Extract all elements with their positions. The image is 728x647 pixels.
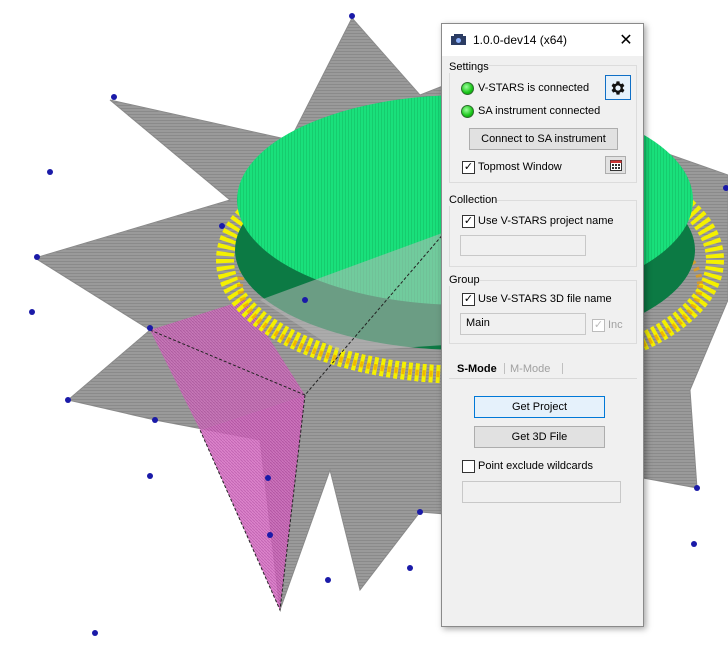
- collection-group-label: Collection: [449, 194, 498, 206]
- use-3d-file-name-label: Use V-STARS 3D file name: [478, 293, 612, 305]
- point-exclude-label: Point exclude wildcards: [478, 460, 593, 472]
- wildcards-field[interactable]: [462, 481, 621, 503]
- vstars-status-led: [461, 82, 474, 95]
- tab-separator: [562, 363, 563, 374]
- sa-status-led: [461, 105, 474, 118]
- sa-status-text: SA instrument connected: [478, 105, 601, 117]
- vstars-status-text: V-STARS is connected: [478, 82, 590, 94]
- checkmark-icon: ✓: [593, 319, 604, 331]
- get-project-button[interactable]: Get Project: [474, 396, 605, 418]
- group-group-label: Group: [449, 274, 480, 286]
- checkmark-icon: ✓: [463, 161, 474, 173]
- tab-separator: [504, 363, 505, 374]
- point-exclude-checkbox[interactable]: [462, 460, 475, 473]
- inc-label: Inc: [608, 319, 623, 331]
- tab-s-mode[interactable]: S-Mode: [449, 359, 501, 378]
- use-project-name-label: Use V-STARS project name: [478, 215, 614, 227]
- topmost-label: Topmost Window: [478, 161, 562, 173]
- collection-group: [449, 200, 637, 267]
- use-3d-file-name-checkbox[interactable]: ✓: [462, 293, 475, 306]
- settings-group-label: Settings: [449, 61, 489, 73]
- app-window: 1.0.0-dev14 (x64) ✕ Settings V-STARS is …: [441, 23, 644, 627]
- calendar-button[interactable]: [605, 156, 626, 174]
- calendar-icon: [609, 159, 622, 171]
- close-button[interactable]: ✕: [614, 29, 638, 51]
- collection-name-field[interactable]: [460, 235, 586, 256]
- checkmark-icon: ✓: [463, 293, 474, 305]
- close-icon: ✕: [619, 32, 633, 49]
- get-3d-file-button[interactable]: Get 3D File: [474, 426, 605, 448]
- inc-checkbox[interactable]: ✓: [592, 319, 605, 332]
- settings-gear-button[interactable]: [605, 75, 631, 100]
- title-bar[interactable]: 1.0.0-dev14 (x64) ✕: [442, 24, 643, 56]
- tab-m-mode[interactable]: M-Mode: [510, 359, 562, 378]
- connect-sa-button[interactable]: Connect to SA instrument: [469, 128, 618, 150]
- checkmark-icon: ✓: [463, 215, 474, 227]
- window-title: 1.0.0-dev14 (x64): [473, 33, 568, 47]
- app-icon: [451, 34, 466, 45]
- mode-tabs: S-Mode M-Mode: [449, 359, 637, 379]
- use-project-name-checkbox[interactable]: ✓: [462, 215, 475, 228]
- gear-icon: [611, 80, 625, 95]
- topmost-checkbox[interactable]: ✓: [462, 161, 475, 174]
- group-name-field[interactable]: Main: [460, 313, 586, 335]
